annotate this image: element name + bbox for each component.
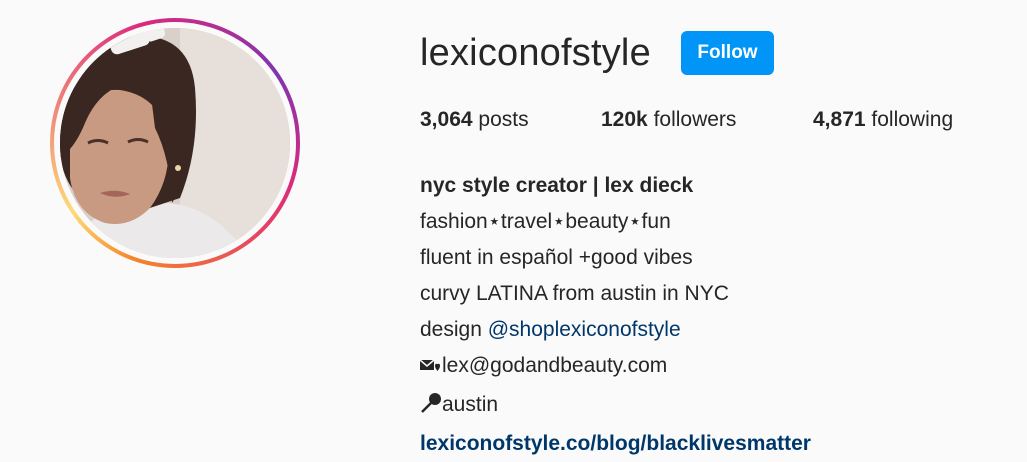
- followers-count: 120k: [601, 108, 648, 131]
- posts-label: posts: [478, 108, 529, 131]
- profile-page: lexiconofstyle Follow 3,064 posts 120k f…: [0, 0, 1027, 462]
- bio-line-4-prefix: design: [420, 318, 488, 341]
- bio-location: austin: [442, 393, 499, 416]
- envelope-heart-icon: [419, 351, 442, 387]
- stat-followers[interactable]: 120k followers: [601, 108, 736, 132]
- avatar[interactable]: [60, 28, 290, 258]
- bio-line-4: design @shoplexiconofstyle: [420, 312, 811, 348]
- stat-following[interactable]: 4,871 following: [813, 108, 953, 132]
- posts-count: 3,064: [420, 108, 473, 131]
- follow-button[interactable]: Follow: [681, 31, 774, 75]
- website-link[interactable]: lexiconofstyle.co/blog/blacklivesmatter: [420, 432, 811, 455]
- bio-name: nyc style creator | lex dieck: [420, 174, 694, 197]
- bio-location-line: austin: [420, 387, 811, 426]
- bio-line-3: curvy LATINA from austin in NYC: [420, 282, 729, 305]
- bio-line-2: fluent in español +good vibes: [420, 246, 693, 269]
- pin-icon: [420, 390, 442, 426]
- followers-label: followers: [653, 108, 737, 131]
- bio-email: lex@godandbeauty.com: [442, 354, 668, 377]
- avatar-story-ring[interactable]: [50, 18, 300, 268]
- following-count: 4,871: [813, 108, 866, 131]
- stat-posts[interactable]: 3,064 posts: [420, 108, 529, 132]
- shop-mention-link[interactable]: @shoplexiconofstyle: [488, 318, 681, 341]
- bio-line-1: fashion⋆travel⋆beauty⋆fun: [420, 210, 671, 233]
- profile-bio: nyc style creator | lex dieck fashion⋆tr…: [419, 168, 811, 462]
- following-label: following: [871, 108, 954, 131]
- bio-website-line: lexiconofstyle.co/blog/blacklivesmatter: [420, 426, 811, 462]
- username: lexiconofstyle: [420, 32, 651, 74]
- bio-email-line: lex@godandbeauty.com: [419, 348, 811, 387]
